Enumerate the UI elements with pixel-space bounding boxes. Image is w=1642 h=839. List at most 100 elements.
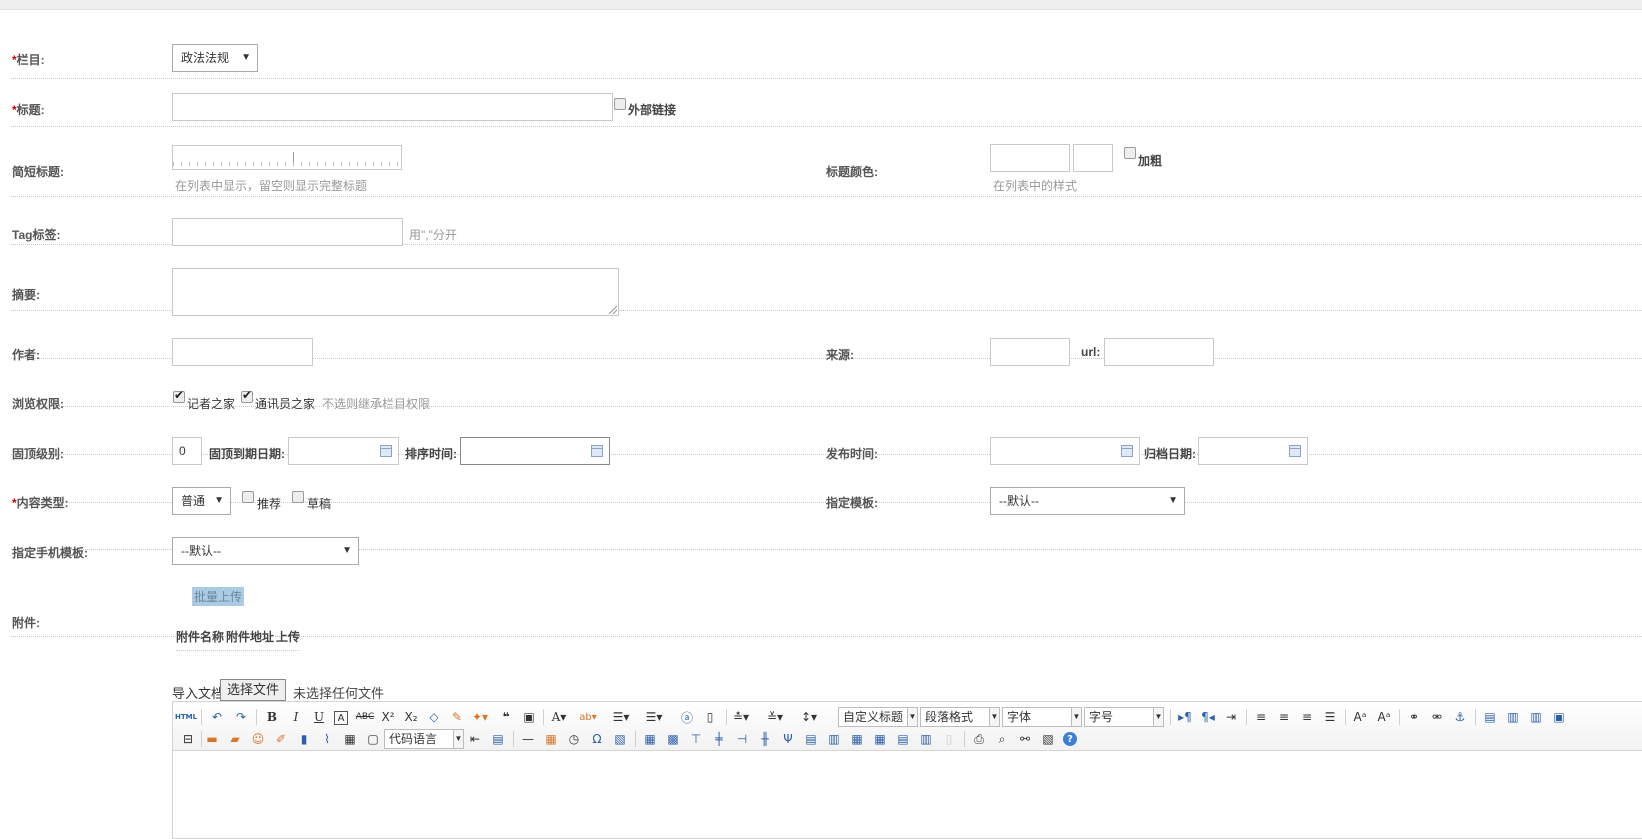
split-cells-icon[interactable]: ▦: [872, 731, 888, 747]
underline-icon[interactable]: U: [311, 709, 327, 725]
lowercase-icon[interactable]: Aᵃ: [1376, 709, 1392, 725]
multi-image-icon[interactable]: ▰: [227, 731, 243, 747]
horizontal-rule-icon[interactable]: —: [520, 731, 536, 747]
map-icon[interactable]: ▦: [342, 731, 358, 747]
subscript-icon[interactable]: X₂: [403, 709, 419, 725]
row-spacing-top-icon[interactable]: ≛▾: [733, 709, 749, 725]
title-style-input[interactable]: [1073, 144, 1113, 172]
delete-col-icon[interactable]: Ψ: [780, 731, 796, 747]
draft-checkbox[interactable]: [292, 491, 304, 503]
calendar-icon[interactable]: [1121, 445, 1133, 457]
italic-icon[interactable]: I: [288, 709, 304, 725]
image-right-icon[interactable]: ▥: [1528, 709, 1544, 725]
ordered-list-icon[interactable]: ☰▾: [613, 709, 630, 725]
title-input[interactable]: [172, 93, 613, 121]
split-cols-icon[interactable]: ▥: [918, 731, 934, 747]
merge-right-icon[interactable]: ▥: [826, 731, 842, 747]
sort-time-input[interactable]: [460, 437, 610, 465]
drafts-icon[interactable]: ▧: [1040, 731, 1056, 747]
external-link-checkbox[interactable]: [614, 98, 626, 110]
emotion-icon[interactable]: ☺: [250, 731, 266, 747]
align-right-icon[interactable]: ≡: [1299, 709, 1315, 725]
search-replace-icon[interactable]: ⚯: [1017, 731, 1033, 747]
merge-cells-icon[interactable]: ▤: [803, 731, 819, 747]
custom-title-combo[interactable]: 自定义标题 ▼: [838, 707, 918, 727]
paste-text-icon[interactable]: ▣: [521, 709, 537, 725]
font-size-combo[interactable]: 字号 ▼: [1084, 707, 1164, 727]
align-justify-icon[interactable]: ☰: [1322, 709, 1338, 725]
help-icon[interactable]: ?: [1063, 732, 1077, 746]
indent-icon[interactable]: ⇥: [1223, 709, 1239, 725]
tags-input[interactable]: [172, 218, 403, 246]
image-icon[interactable]: ▬: [204, 731, 220, 747]
mobile-template-select[interactable]: --默认-- ▼: [172, 537, 359, 565]
highlight-color-icon[interactable]: ab▾: [579, 709, 597, 725]
code-language-combo[interactable]: 代码语言 ▼: [384, 729, 464, 749]
redo-icon[interactable]: ↷: [233, 709, 249, 725]
archive-date-input[interactable]: [1198, 437, 1308, 465]
template-select[interactable]: --默认-- ▼: [990, 487, 1185, 515]
calendar-icon[interactable]: [591, 445, 603, 457]
align-left-icon[interactable]: ≡: [1253, 709, 1269, 725]
insert-row-icon[interactable]: ╪: [711, 731, 727, 747]
special-chars-icon[interactable]: Ω: [589, 731, 605, 747]
print-icon[interactable]: ⎙: [971, 731, 987, 747]
split-rows-icon[interactable]: ▤: [895, 731, 911, 747]
bold-checkbox[interactable]: [1124, 147, 1136, 159]
delete-row-icon[interactable]: ⊣: [734, 731, 750, 747]
undo-icon[interactable]: ↶: [209, 709, 225, 725]
author-input[interactable]: [172, 338, 313, 366]
auto-format-icon[interactable]: ✦▾: [472, 709, 488, 725]
row-spacing-bottom-icon[interactable]: ≚▾: [767, 709, 783, 725]
chart-icon[interactable]: ▯: [941, 731, 957, 747]
font-border-icon[interactable]: A: [334, 711, 348, 725]
video-icon[interactable]: ▮: [296, 731, 312, 747]
image-center-icon[interactable]: ▣: [1551, 709, 1567, 725]
batch-upload-button[interactable]: 批量上传: [192, 587, 245, 606]
choose-file-button[interactable]: 选择文件: [220, 679, 287, 701]
source-input[interactable]: [990, 338, 1070, 366]
page-break-icon[interactable]: ⊟: [180, 731, 196, 747]
uppercase-icon[interactable]: Aᵃ: [1352, 709, 1368, 725]
date-icon[interactable]: ▦: [543, 731, 559, 747]
summary-textarea[interactable]: [172, 268, 619, 316]
url-input[interactable]: [1104, 338, 1214, 366]
insert-frame-icon[interactable]: ▢: [365, 731, 381, 747]
bold-icon[interactable]: B: [264, 709, 280, 725]
paragraph-combo[interactable]: 段落格式 ▼: [920, 707, 1000, 727]
scrawl-icon[interactable]: ✐: [273, 731, 289, 747]
calendar-icon[interactable]: [380, 445, 392, 457]
line-height-icon[interactable]: ↕▾: [801, 709, 817, 725]
insert-paragraph-before-table-icon[interactable]: ⊤: [688, 731, 704, 747]
eraser-icon[interactable]: ◇: [426, 709, 442, 725]
attachment-icon[interactable]: ⌇: [319, 731, 335, 747]
permission-correspondent-checkbox[interactable]: [241, 388, 253, 403]
format-painter-icon[interactable]: ✎: [449, 709, 465, 725]
snapscreen-icon[interactable]: ▧: [612, 731, 628, 747]
image-left-icon[interactable]: ▥: [1505, 709, 1521, 725]
insert-table-icon[interactable]: ▦: [642, 731, 658, 747]
image-none-icon[interactable]: ▤: [1482, 709, 1498, 725]
top-level-input[interactable]: 0: [172, 437, 202, 465]
resize-handle-icon[interactable]: [609, 306, 617, 314]
title-color-input[interactable]: [990, 144, 1070, 172]
font-color-icon[interactable]: A▾: [551, 709, 567, 725]
html-source-icon[interactable]: HTML: [175, 709, 197, 725]
rich-text-editor[interactable]: HTML ↶ ↷ B I U A ABC X² X₂ ◇ ✎ ✦▾ ❝ ▣ A▾…: [172, 701, 1642, 839]
unlink-icon[interactable]: ⚮: [1429, 709, 1445, 725]
unordered-list-icon[interactable]: ☰▾: [646, 709, 663, 725]
permission-reporter-checkbox[interactable]: [173, 388, 185, 403]
preview-icon[interactable]: ⌕: [994, 731, 1010, 747]
content-type-select[interactable]: 普通 ▼: [172, 487, 231, 515]
publish-time-input[interactable]: [990, 437, 1140, 465]
merge-down-icon[interactable]: ▦: [849, 731, 865, 747]
column-select[interactable]: 政法法规 ▼: [172, 44, 258, 72]
template-icon[interactable]: ⇤: [467, 731, 483, 747]
delete-table-icon[interactable]: ▩: [665, 731, 681, 747]
blockquote-icon[interactable]: ❝: [498, 709, 514, 725]
select-all-icon[interactable]: ⓐ: [679, 709, 695, 725]
superscript-icon[interactable]: X²: [380, 709, 396, 725]
strikethrough-icon[interactable]: ABC: [356, 709, 374, 725]
calendar-icon[interactable]: [1289, 445, 1301, 457]
background-icon[interactable]: ▤: [490, 731, 506, 747]
